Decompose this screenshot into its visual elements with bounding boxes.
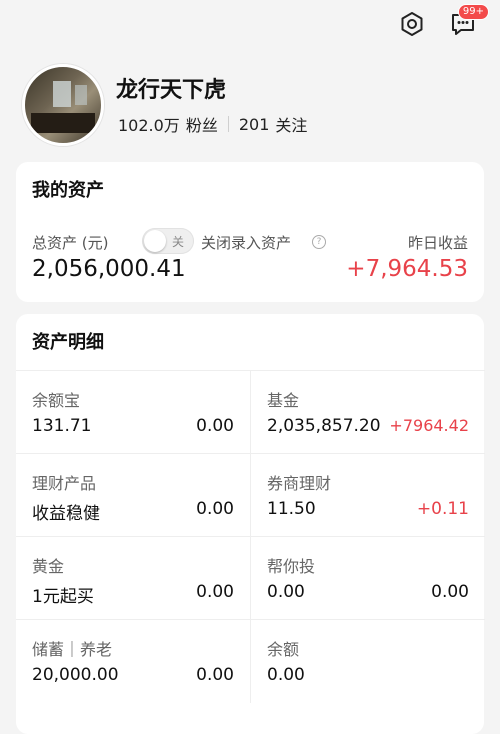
asset-name: 券商理财 [267, 474, 332, 493]
record-assets-toggle[interactable]: 关 [142, 228, 194, 254]
asset-name: 理财产品 [32, 474, 97, 493]
total-assets-label: 总资产 (元) [32, 234, 109, 252]
asset-item-wealth-products[interactable]: 理财产品 收益稳健 0.00 [16, 453, 250, 537]
yesterday-income-value[interactable]: +7,964.53 [346, 256, 468, 282]
asset-item-broker-wealth[interactable]: 券商理财 11.50 +0.11 [250, 453, 485, 537]
asset-value: 20,000.00 [32, 665, 119, 685]
asset-item-fund[interactable]: 基金 2,035,857.20 +7964.42 [250, 370, 485, 454]
toggle-hint-label: 关闭录入资产 [201, 234, 292, 252]
asset-name: 黄金 [32, 557, 65, 576]
asset-income: 0.00 [196, 416, 234, 436]
help-icon[interactable]: ? [312, 235, 326, 249]
asset-item-yuebao[interactable]: 余额宝 131.71 0.00 [16, 370, 250, 454]
hexagon-gear-icon [401, 12, 423, 36]
profile-section: 龙行天下虎 102.0万 粉丝 201 关注 [0, 58, 500, 148]
yesterday-income-label: 昨日收益 [407, 234, 468, 252]
asset-name: 帮你投 [267, 557, 316, 576]
asset-name: 余额 [267, 640, 300, 659]
asset-value: 0.00 [267, 665, 305, 685]
follow-stats: 102.0万 粉丝 201 关注 [118, 112, 307, 136]
avatar[interactable] [22, 64, 104, 146]
asset-item-gold[interactable]: 黄金 1元起买 0.00 [16, 536, 250, 620]
asset-item-savings-pension[interactable]: 储蓄｜养老 20,000.00 0.00 [16, 619, 250, 703]
toggle-state-label: 关 [172, 235, 185, 249]
asset-value: 2,035,857.20 [267, 416, 381, 436]
asset-name: 基金 [267, 391, 300, 410]
top-bar: 99+ [0, 0, 500, 48]
my-assets-card: 我的资产 总资产 (元) 关 关闭录入资产 ? 2,056,000.41 昨日收… [16, 162, 484, 302]
message-badge: 99+ [457, 4, 489, 20]
asset-income: 0.00 [196, 499, 234, 519]
following-count[interactable]: 201 [239, 115, 270, 134]
asset-value: 131.71 [32, 416, 92, 436]
asset-value: 11.50 [267, 499, 316, 519]
asset-detail-card: 资产明细 余额宝 131.71 0.00 基金 2,035,857.20 +79… [16, 314, 485, 734]
username[interactable]: 龙行天下虎 [116, 72, 226, 104]
asset-income: 0.00 [196, 665, 234, 685]
asset-item-balance[interactable]: 余额 0.00 [250, 619, 485, 703]
asset-income: +0.11 [416, 499, 469, 519]
asset-value: 1元起买 [32, 587, 94, 607]
asset-item-help-invest[interactable]: 帮你投 0.00 0.00 [250, 536, 485, 620]
messages-button[interactable]: 99+ [445, 4, 489, 42]
followers-count[interactable]: 102.0万 [118, 112, 180, 136]
asset-value: 0.00 [267, 582, 305, 602]
asset-income: 0.00 [431, 582, 469, 602]
detail-title: 资产明细 [32, 332, 104, 353]
asset-name: 储蓄｜养老 [32, 640, 113, 659]
following-label[interactable]: 关注 [275, 112, 307, 136]
settings-button[interactable] [394, 6, 430, 42]
assets-title: 我的资产 [32, 180, 104, 201]
asset-income: +7964.42 [389, 416, 469, 435]
divider [227, 116, 229, 132]
asset-name: 余额宝 [32, 391, 81, 410]
toggle-knob [144, 230, 166, 252]
asset-value: 收益稳健 [32, 504, 100, 524]
total-assets-value[interactable]: 2,056,000.41 [32, 256, 186, 282]
asset-income: 0.00 [196, 582, 234, 602]
followers-label[interactable]: 粉丝 [186, 112, 218, 136]
